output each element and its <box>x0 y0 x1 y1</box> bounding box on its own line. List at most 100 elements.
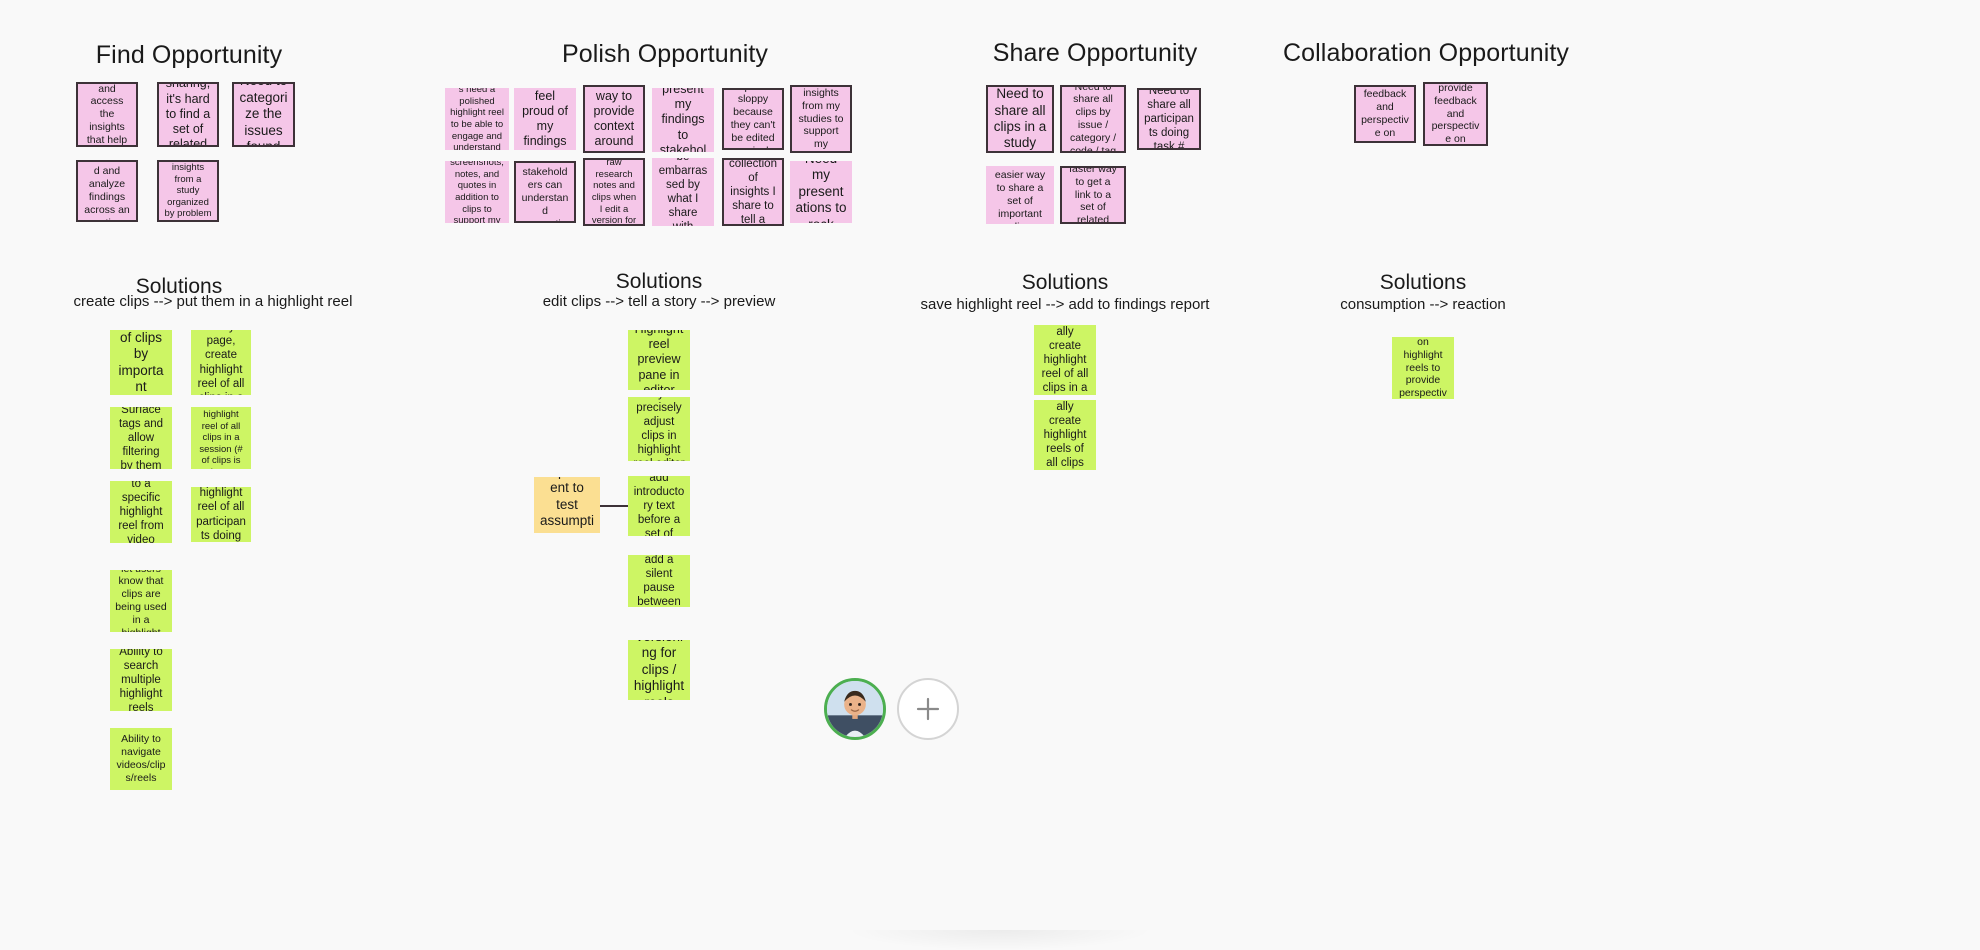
solution-find-4[interactable]: From study page, create highlight reel o… <box>191 407 251 469</box>
note-text: Ability to search multiple highlight ree… <box>119 649 163 711</box>
note-polish-4[interactable]: Need to present my findings to stakehold… <box>652 88 714 152</box>
note-collab-2[interactable]: Stakeholders provide feedback and perspe… <box>1423 82 1488 146</box>
add-button[interactable] <box>897 678 959 740</box>
solution-share-1[interactable]: Automatically create highlight reel of a… <box>1034 325 1096 395</box>
note-find-4[interactable]: Need to understand and analyze findings … <box>76 160 138 222</box>
note-text: Need to share all clips by issue / categ… <box>1069 85 1117 153</box>
note-text: Way to precisely adjust clips in highlig… <box>633 397 684 461</box>
note-text: Allow comments on highlight reels to pro… <box>1399 337 1447 399</box>
note-text: Need to categorize the issues found <box>239 84 288 147</box>
section-title-polish: Polish Opportunity <box>561 40 769 68</box>
solutions-title-polish: Solutions <box>615 270 703 293</box>
note-text: Peers provide feedback and perspective o… <box>1361 87 1409 141</box>
note-text: Need the collection of insights I share … <box>729 158 777 226</box>
solutions-flow-share: save highlight reel --> add to findings … <box>920 296 1210 313</box>
note-text: Create a highlight reel of all participa… <box>196 487 246 542</box>
note-share-1[interactable]: Need to share all clips in a study <box>986 85 1054 153</box>
note-text: Need a faster way to get a link to a set… <box>1069 166 1117 224</box>
solution-find-5[interactable]: Add a clip to a specific highlight reel … <box>110 481 172 543</box>
note-text: Add a clip to a specific highlight reel … <box>118 481 164 543</box>
experiment-note[interactable]: Experiment to test assumption <box>534 477 600 533</box>
solutions-flow-collaboration: consumption --> reaction <box>1340 296 1506 313</box>
note-text: Need to understand and analyze findings … <box>84 162 131 220</box>
note-polish-3[interactable]: Need a way to provide context around ins… <box>583 85 645 153</box>
note-share-2[interactable]: Need to share all clips by issue / categ… <box>1060 85 1126 153</box>
solution-polish-4[interactable]: Ability to add a silent pause between cl… <box>628 555 690 607</box>
note-text: Automatically create highlight reels of … <box>1043 400 1087 470</box>
solution-polish-5[interactable]: Versioning for clips / highlight reels <box>628 640 690 700</box>
note-text: Highlight reel preview pane in editor <box>635 330 684 390</box>
solution-find-3[interactable]: Surface tags and allow filtering by them <box>110 407 172 469</box>
section-title-collaboration: Collaboration Opportunity <box>1283 39 1569 67</box>
note-text: Don't want to be embarrassed by what I s… <box>658 158 708 226</box>
note-text: Need to feel proud of my findings report <box>522 88 568 151</box>
note-share-3[interactable]: Need to share all participants doing tas… <box>1137 88 1201 150</box>
solution-share-2[interactable]: Automatically create highlight reels of … <box>1034 400 1096 470</box>
note-polish-7[interactable]: Presenting screenshots, notes, and quote… <box>445 161 509 223</box>
note-text: Filter list of clips by important criter… <box>118 330 164 394</box>
solution-polish-2[interactable]: Way to precisely adjust clips in highlig… <box>628 397 690 461</box>
note-find-2[interactable]: When sharing, it's hard to find a set of… <box>157 82 219 147</box>
solution-collab-1[interactable]: Allow comments on highlight reels to pro… <box>1392 337 1454 399</box>
solution-find-6[interactable]: Create a highlight reel of all participa… <box>191 487 251 542</box>
note-text: Automatically create highlight reel of a… <box>1041 325 1089 395</box>
note-text: Versioning for clips / highlight reels <box>633 640 685 700</box>
note-text: Need a way to see insights from a study … <box>164 162 212 220</box>
note-text: From study page, create highlight reel o… <box>199 407 243 469</box>
solution-polish-1[interactable]: Highlight reel preview pane in editor <box>628 330 690 390</box>
solution-find-8[interactable]: Ability to search multiple highlight ree… <box>110 649 172 711</box>
user-avatar[interactable] <box>824 678 886 740</box>
note-find-1[interactable]: It's hard to find and access the insight… <box>76 82 138 147</box>
plus-icon <box>916 697 940 721</box>
note-polish-9[interactable]: Don't want to lose my raw research notes… <box>583 158 645 226</box>
note-text: Experiment to test assumption <box>539 477 595 533</box>
note-find-3[interactable]: Need to categorize the issues found <box>232 82 295 147</box>
solution-find-2[interactable]: From study page, create highlight reel o… <box>191 330 251 395</box>
note-text: Ability to add introductory text before … <box>633 476 685 536</box>
note-text: Need a way to provide context around ins… <box>593 87 635 151</box>
note-text: It's hard to find and access the insight… <box>86 82 128 146</box>
note-share-4[interactable]: Need an easier way to share a set of imp… <box>986 166 1054 224</box>
solution-find-7[interactable]: Indicator to let users know that clips a… <box>110 570 172 632</box>
note-text: Need to be sure stakeholders can underst… <box>521 163 569 221</box>
solutions-title-share: Solutions <box>1021 271 1109 294</box>
note-polish-2[interactable]: Need to feel proud of my findings report <box>514 88 576 150</box>
note-text: When sharing, it's hard to find a set of… <box>165 82 211 147</box>
note-polish-12[interactable]: Need my presentations to rock <box>790 161 852 223</box>
solution-find-9[interactable]: Ability to navigate videos/clips/reels <box>110 728 172 790</box>
whiteboard-canvas[interactable]: Find Opportunity Polish Opportunity Shar… <box>0 0 1980 950</box>
note-polish-1[interactable]: Stakeholders need a polished highlight r… <box>445 88 509 150</box>
solution-polish-3[interactable]: Ability to add introductory text before … <box>628 476 690 536</box>
note-polish-5[interactable]: Clips are sloppy because they can't be e… <box>722 88 784 150</box>
note-text: Stakeholders provide feedback and perspe… <box>1431 82 1480 146</box>
note-text: Surface tags and allow filtering by them <box>118 407 164 469</box>
note-text: Don't want to lose my raw research notes… <box>591 158 637 226</box>
note-text: Need my presentations to rock <box>795 161 847 223</box>
note-share-5[interactable]: Need a faster way to get a link to a set… <box>1060 166 1126 224</box>
note-polish-8[interactable]: Need to be sure stakeholders can underst… <box>514 161 576 223</box>
note-text: Stakeholders need a polished highlight r… <box>450 88 504 150</box>
solutions-flow-polish: edit clips --> tell a story --> preview <box>542 293 776 310</box>
note-polish-10[interactable]: Don't want to be embarrassed by what I s… <box>652 158 714 226</box>
note-text: Need to share all clips in a study <box>993 86 1047 151</box>
note-text: Need to present my findings to stakehold… <box>659 88 707 152</box>
toolbar-shadow <box>850 930 1150 950</box>
note-polish-11[interactable]: Need the collection of insights I share … <box>722 158 784 226</box>
note-polish-6[interactable]: Need to assemble insights from my studie… <box>790 85 852 153</box>
note-collab-1[interactable]: Peers provide feedback and perspective o… <box>1354 85 1416 143</box>
note-find-5[interactable]: Need a way to see insights from a study … <box>157 160 219 222</box>
note-text: Ability to navigate videos/clips/reels <box>116 733 166 784</box>
note-text: Need an easier way to share a set of imp… <box>994 166 1046 224</box>
section-title-share: Share Opportunity <box>992 39 1198 67</box>
note-text: Need to assemble insights from my studie… <box>798 87 844 151</box>
section-title-find: Find Opportunity <box>95 41 283 69</box>
solutions-flow-find: create clips --> put them in a highlight… <box>73 293 353 310</box>
solution-find-1[interactable]: Filter list of clips by important criter… <box>110 330 172 395</box>
note-text: Ability to add a silent pause between cl… <box>637 555 681 607</box>
note-text: From study page, create highlight reel o… <box>197 330 245 395</box>
experiment-connector-line <box>600 505 628 507</box>
note-text: Indicator to let users know that clips a… <box>115 570 167 632</box>
note-text: Presenting screenshots, notes, and quote… <box>450 161 504 223</box>
solutions-title-collaboration: Solutions <box>1379 271 1467 294</box>
note-text: Need to share all participants doing tas… <box>1144 88 1194 150</box>
